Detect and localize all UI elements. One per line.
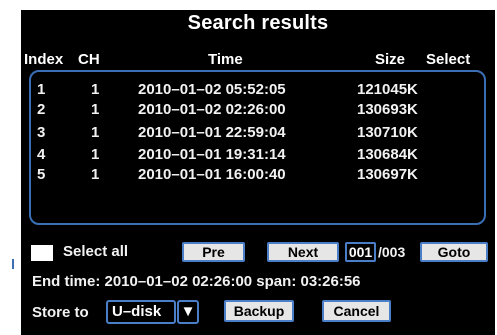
cell-ch: 1: [91, 101, 100, 118]
column-header-select: Select: [426, 51, 471, 68]
end-time-span-line: End time: 2010–01–02 02:26:00 span: 03:2…: [32, 273, 361, 290]
cell-ch: 1: [91, 146, 100, 163]
table-row[interactable]: 3 1 2010–01–01 22:59:04 130710K: [31, 124, 484, 142]
cell-index: 3: [37, 124, 46, 141]
pre-button[interactable]: Pre: [182, 242, 245, 262]
goto-button[interactable]: Goto: [420, 242, 488, 262]
cancel-button[interactable]: Cancel: [322, 300, 391, 322]
backup-button[interactable]: Backup: [224, 300, 294, 322]
page-total: /003: [378, 244, 406, 260]
table-row[interactable]: 1 1 2010–01–02 05:52:05 121045K: [31, 81, 484, 99]
table-row[interactable]: 4 1 2010–01–01 19:31:14 130684K: [31, 146, 484, 164]
cell-size: 130710K: [357, 124, 418, 141]
cell-size: 130697K: [357, 166, 418, 183]
cell-time: 2010–01–01 19:31:14: [138, 146, 286, 163]
column-header-ch: CH: [78, 51, 100, 68]
cell-time: 2010–01–02 05:52:05: [138, 81, 286, 98]
edge-mark: [12, 259, 14, 269]
cell-time: 2010–01–01 22:59:04: [138, 124, 286, 141]
store-destination-select[interactable]: U–disk: [106, 300, 176, 324]
search-results-dialog: Search results Index CH Time Size Select…: [21, 10, 495, 335]
table-row[interactable]: 5 1 2010–01–01 16:00:40 130697K: [31, 166, 484, 184]
select-all-label: Select all: [63, 243, 129, 260]
cell-index: 2: [37, 101, 46, 118]
column-header-size: Size: [375, 51, 406, 68]
store-to-label: Store to: [32, 304, 89, 321]
cell-index: 1: [37, 81, 46, 98]
select-all-checkbox[interactable]: [31, 245, 53, 261]
cell-ch: 1: [91, 81, 100, 98]
column-header-time: Time: [208, 51, 243, 68]
table-row[interactable]: 2 1 2010–01–02 02:26:00 130693K: [31, 101, 484, 119]
cell-size: 130693K: [357, 101, 418, 118]
dialog-title: Search results: [187, 12, 329, 34]
page-current-field[interactable]: 001: [345, 242, 376, 262]
cell-index: 4: [37, 146, 46, 163]
chevron-down-icon[interactable]: ▼: [177, 300, 199, 324]
cell-size: 121045K: [357, 81, 418, 98]
next-button[interactable]: Next: [267, 242, 339, 262]
cell-time: 2010–01–01 16:00:40: [138, 166, 286, 183]
column-header-index: Index: [24, 51, 64, 68]
cell-time: 2010–01–02 02:26:00: [138, 101, 286, 118]
cell-index: 5: [37, 166, 46, 183]
results-list[interactable]: 1 1 2010–01–02 05:52:05 121045K 2 1 2010…: [29, 70, 486, 225]
cell-ch: 1: [91, 166, 100, 183]
cell-ch: 1: [91, 124, 100, 141]
cell-size: 130684K: [357, 146, 418, 163]
